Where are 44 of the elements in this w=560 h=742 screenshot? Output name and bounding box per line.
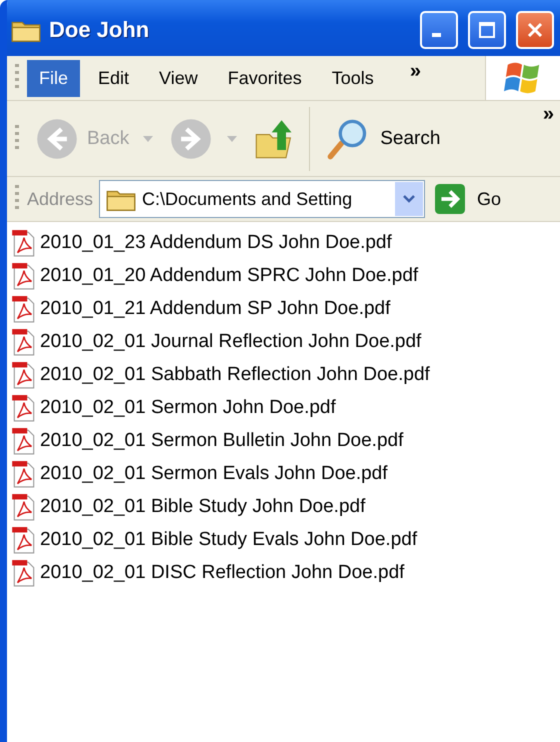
menu-item[interactable]: Edit [86,60,142,96]
pdf-file-icon [11,492,37,520]
pdf-file-icon [11,262,37,290]
pdf-document-row[interactable]: 2010_02_01 Sermon Evals John Doe.pdf [7,457,560,490]
search-button[interactable]: Search [322,112,444,164]
dropdown-button[interactable] [395,182,424,216]
pdf-document-row[interactable]: 2010_02_01 DISC Reflection John Doe.pdf [7,556,560,589]
menu-item[interactable]: Favorites [216,60,314,96]
address-field[interactable]: C:\Documents and Setting [99,180,426,218]
pdf-file-icon [11,460,37,488]
close-button[interactable] [516,11,554,49]
maximize-icon [477,20,497,40]
pdf-document-row[interactable]: 2010_02_01 Journal Reflection John Doe.pdf [7,325,560,358]
menu-item[interactable]: Tools [320,60,386,96]
dropdown-caret-icon[interactable] [143,136,154,142]
close-icon [525,20,545,40]
minimize-button[interactable] [420,11,458,49]
pdf-file-icon [11,426,37,454]
pdf-file-icon [11,394,37,422]
pdf-file-icon [11,294,37,322]
pdf-document-row[interactable]: 2010_02_01 Sabbath Reflection John Doe.pdf [7,358,560,391]
more-tools-button[interactable]: » [542,103,554,126]
pdf-file-icon [11,558,37,586]
pdf-document-row[interactable]: 2010_02_01 Sermon John Doe.pdf [7,391,560,424]
address-label: Address [27,188,94,210]
menu-item[interactable]: View [147,60,210,96]
pdf-file-icon [11,360,37,388]
pdf-document-row[interactable]: 2010_02_01 Bible Study Evals John Doe.pdf [7,523,560,556]
more-menu-button[interactable]: » [410,60,421,83]
chevron-down-icon [403,195,416,203]
pdf-document-row[interactable]: 2010_01_23 Addendum DS John Doe.pdf [7,226,560,259]
pdf-document-row[interactable]: 2010_02_01 Bible Study John Doe.pdf [7,490,560,523]
pdf-file-icon [11,328,37,356]
pdf-document-row[interactable]: 2010_02_01 Sermon Bulletin John Doe.pdf [7,424,560,457]
pdf-file-icon [11,526,37,554]
menu-item[interactable]: File [27,60,80,96]
minimize-icon [432,33,441,37]
pdf-document-row[interactable]: 2010_01_21 Addendum SP John Doe.pdf [7,292,560,325]
go-button[interactable]: Go [433,182,504,216]
pdf-document-row[interactable]: 2010_01_20 Addendum SPRC John Doe.pdf [7,259,560,292]
dropdown-caret-icon[interactable] [227,136,238,142]
maximize-button[interactable] [468,11,506,49]
pdf-file-icon [11,228,37,256]
window-title: Doe John [49,17,150,43]
